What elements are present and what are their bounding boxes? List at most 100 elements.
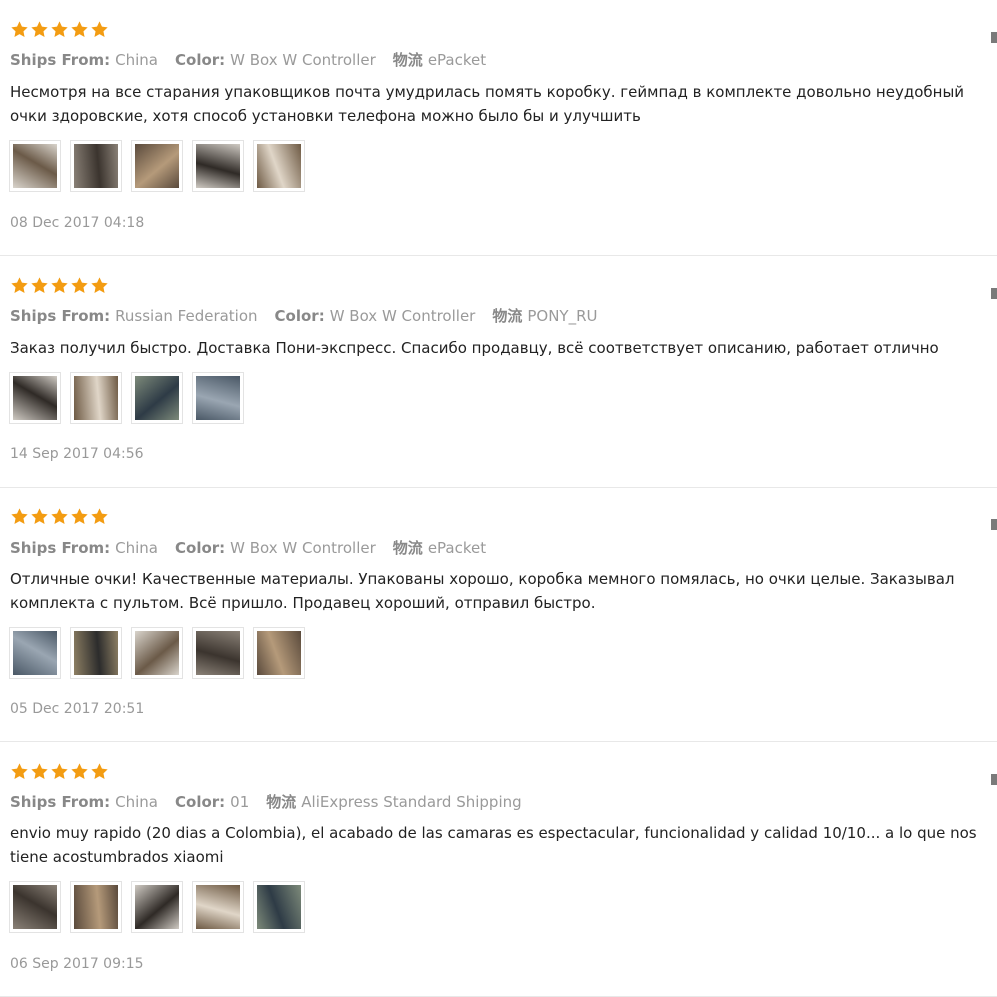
star-icon — [10, 507, 29, 526]
photo-icon — [135, 144, 179, 188]
photo-icon — [196, 631, 240, 675]
review-text-line: Заказ получил быстро. Доставка Пони-эксп… — [10, 339, 939, 357]
helpful-icon[interactable] — [991, 519, 997, 530]
star-icon — [70, 20, 89, 39]
review-date: 14 Sep 2017 04:56 — [10, 446, 144, 462]
helpful-icon[interactable] — [991, 32, 997, 43]
review-date: 06 Sep 2017 09:15 — [10, 956, 144, 972]
review-photo-thumbnail[interactable] — [70, 881, 122, 933]
star-rating — [10, 276, 109, 295]
review-text-line: tiene acostumbrados xiaomi — [10, 848, 224, 866]
review-text-line: envio muy rapido (20 dias a Colombia), e… — [10, 824, 977, 842]
review-text-line: комплекта с пультом. Всё пришло. Продаве… — [10, 594, 596, 612]
star-icon — [50, 762, 69, 781]
star-icon — [10, 276, 29, 295]
review-photo-thumbnail[interactable] — [253, 881, 305, 933]
review-photo-thumbnail[interactable] — [192, 627, 244, 679]
review-item: Ships From: China Color: W Box W Control… — [0, 488, 997, 742]
star-icon — [30, 20, 49, 39]
review-text-line: Несмотря на все старания упаковщиков поч… — [10, 83, 965, 101]
review-text: Отличные очки! Качественные материалы. У… — [10, 567, 997, 615]
review-meta: Ships From: China Color: W Box W Control… — [10, 537, 503, 558]
review-photo-thumbnail[interactable] — [9, 627, 61, 679]
photo-icon — [135, 885, 179, 929]
star-icon — [90, 20, 109, 39]
star-icon — [70, 762, 89, 781]
photo-icon — [196, 376, 240, 420]
review-photo-thumbnail[interactable] — [9, 140, 61, 192]
review-photos — [9, 627, 305, 679]
color-label: Color: — [175, 539, 226, 557]
star-icon — [30, 762, 49, 781]
review-photo-thumbnail[interactable] — [192, 140, 244, 192]
logistics-label: 物流 — [392, 539, 423, 557]
logistics-label: 物流 — [492, 307, 523, 325]
photo-icon — [13, 144, 57, 188]
review-text-line: очки здоровские, хотя способ установки т… — [10, 107, 641, 125]
review-item: Ships From: China Color: 01 物流 AliExpres… — [0, 742, 997, 997]
star-icon — [30, 507, 49, 526]
star-icon — [10, 762, 29, 781]
review-photo-thumbnail[interactable] — [192, 372, 244, 424]
star-icon — [50, 507, 69, 526]
review-photo-thumbnail[interactable] — [70, 140, 122, 192]
photo-icon — [74, 144, 118, 188]
star-icon — [90, 762, 109, 781]
star-icon — [70, 507, 89, 526]
ships-from-value: China — [115, 793, 158, 811]
photo-icon — [257, 885, 301, 929]
review-text: envio muy rapido (20 dias a Colombia), e… — [10, 821, 997, 869]
photo-icon — [135, 631, 179, 675]
star-rating — [10, 20, 109, 39]
logistics-label: 物流 — [266, 793, 297, 811]
review-date: 05 Dec 2017 20:51 — [10, 701, 145, 717]
color-value: W Box W Controller — [230, 539, 376, 557]
photo-icon — [196, 885, 240, 929]
review-text-line: Отличные очки! Качественные материалы. У… — [10, 570, 955, 588]
helpful-icon[interactable] — [991, 774, 997, 785]
ships-from-label: Ships From: — [10, 793, 111, 811]
photo-icon — [74, 376, 118, 420]
ships-from-value: China — [115, 51, 158, 69]
star-icon — [90, 276, 109, 295]
color-label: Color: — [175, 793, 226, 811]
review-item: Ships From: China Color: W Box W Control… — [0, 0, 997, 256]
star-icon — [70, 276, 89, 295]
logistics-label: 物流 — [392, 51, 423, 69]
photo-icon — [13, 631, 57, 675]
color-label: Color: — [274, 307, 325, 325]
review-photo-thumbnail[interactable] — [192, 881, 244, 933]
star-rating — [10, 507, 109, 526]
ships-from-value: China — [115, 539, 158, 557]
review-photo-thumbnail[interactable] — [253, 627, 305, 679]
color-value: W Box W Controller — [329, 307, 476, 325]
review-photo-thumbnail[interactable] — [70, 372, 122, 424]
logistics-value: ePacket — [427, 51, 487, 69]
review-photo-thumbnail[interactable] — [131, 372, 183, 424]
photo-icon — [257, 631, 301, 675]
review-photo-thumbnail[interactable] — [9, 881, 61, 933]
review-photo-thumbnail[interactable] — [253, 140, 305, 192]
ships-from-label: Ships From: — [10, 51, 111, 69]
color-value: 01 — [230, 793, 250, 811]
review-photos — [9, 372, 244, 424]
review-photo-thumbnail[interactable] — [131, 881, 183, 933]
star-icon — [30, 276, 49, 295]
review-photo-thumbnail[interactable] — [70, 627, 122, 679]
review-photo-thumbnail[interactable] — [131, 627, 183, 679]
star-icon — [10, 20, 29, 39]
helpful-icon[interactable] — [991, 288, 997, 299]
photo-icon — [13, 885, 57, 929]
review-photos — [9, 881, 305, 933]
review-photo-thumbnail[interactable] — [131, 140, 183, 192]
star-icon — [90, 507, 109, 526]
review-photo-thumbnail[interactable] — [9, 372, 61, 424]
star-icon — [50, 276, 69, 295]
photo-icon — [74, 885, 118, 929]
review-text: Заказ получил быстро. Доставка Пони-эксп… — [10, 336, 997, 360]
photo-icon — [13, 376, 57, 420]
logistics-value: AliExpress Standard Shipping — [301, 793, 522, 811]
ships-from-value: Russian Federation — [115, 307, 258, 325]
photo-icon — [135, 376, 179, 420]
logistics-value: ePacket — [427, 539, 487, 557]
